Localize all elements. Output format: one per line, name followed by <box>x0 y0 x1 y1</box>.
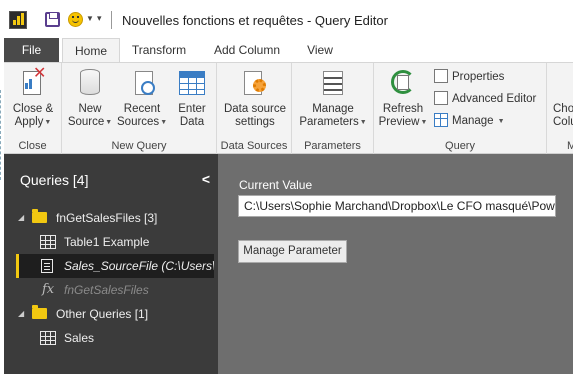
expand-triangle-icon[interactable]: ◢ <box>18 302 24 326</box>
group-label-new-query: New Query <box>111 140 167 152</box>
database-icon <box>75 67 105 99</box>
properties-icon <box>434 69 448 83</box>
query-folder-label: Other Queries [1] <box>56 307 149 321</box>
recent-sources-label-2: Sources▼ <box>117 116 168 128</box>
new-source-label-1: New <box>78 103 102 115</box>
customize-quick-access-icon[interactable]: ▾ <box>97 13 102 24</box>
powerbi-app-icon[interactable] <box>9 11 27 29</box>
manage-parameters-label-1: Manage <box>312 103 354 115</box>
chevron-down-icon[interactable]: ▼ <box>86 14 94 23</box>
ribbon: ✕ Close & Apply▼ Close New Source▼ Recen… <box>4 62 573 154</box>
current-value-label: Current Value <box>239 178 313 192</box>
choose-columns-icon <box>553 67 573 99</box>
manage-parameters-label-2: Parameters▼ <box>299 116 367 128</box>
data-source-settings-icon <box>240 67 270 99</box>
data-source-settings-label-1: Data source <box>223 103 286 115</box>
ribbon-group-manage-columns: Cho Colu Ma <box>547 63 573 154</box>
close-apply-button[interactable]: ✕ Close & Apply▼ <box>10 66 56 129</box>
tab-file[interactable]: File <box>4 38 59 62</box>
query-item-label: Table1 Example <box>64 235 150 249</box>
manage-parameter-button[interactable]: Manage Parameter <box>238 240 347 263</box>
enter-data-label-1: Enter <box>178 103 206 115</box>
query-item-label: Sales_SourceFile (C:\Users\... <box>64 259 214 273</box>
group-label-data-sources: Data Sources <box>220 140 288 152</box>
tab-home[interactable]: Home <box>62 38 120 63</box>
current-value-input[interactable]: C:\Users\Sophie Marchand\Dropbox\Le CFO … <box>238 195 556 217</box>
query-item-label: Sales <box>64 331 95 345</box>
parameter-icon <box>41 259 53 273</box>
group-label-parameters: Parameters <box>304 140 361 152</box>
query-item-sales-sourcefile[interactable]: Sales_SourceFile (C:\Users\... <box>16 254 214 278</box>
group-label-close: Close <box>18 140 47 152</box>
table-icon <box>40 331 56 345</box>
recent-sources-icon <box>127 67 157 99</box>
choose-columns-label-1: Cho <box>553 103 573 115</box>
manage-button[interactable]: Manage ▼ <box>434 112 505 130</box>
title-separator <box>111 11 112 29</box>
group-label-query: Query <box>445 140 475 152</box>
smiley-feedback-icon[interactable] <box>68 12 83 27</box>
query-item-fngetsalesfiles-function[interactable]: fx fnGetSalesFiles <box>4 278 218 302</box>
folder-icon <box>32 209 47 223</box>
table-icon <box>40 235 56 249</box>
new-source-button[interactable]: New Source▼ <box>66 67 114 129</box>
query-folder-fngetsalesfiles[interactable]: ◢ fnGetSalesFiles [3] <box>4 206 218 230</box>
parameter-editor-pane: Current Value C:\Users\Sophie Marchand\D… <box>218 154 573 374</box>
enter-data-label-2: Data <box>179 116 205 128</box>
query-folder-label: fnGetSalesFiles [3] <box>56 211 158 225</box>
collapse-pane-icon[interactable]: < <box>202 171 210 187</box>
queries-header: Queries [4] <box>20 172 89 188</box>
ribbon-tab-strip: File Home Transform Add Column View <box>0 38 573 63</box>
enter-data-button[interactable]: Enter Data <box>170 67 214 129</box>
new-source-label-2: Source▼ <box>67 116 113 128</box>
parameters-icon <box>318 67 348 99</box>
query-folder-other-queries[interactable]: ◢ Other Queries [1] <box>4 302 218 326</box>
advanced-editor-button[interactable]: Advanced Editor <box>434 90 536 108</box>
query-item-label: fnGetSalesFiles <box>64 283 149 297</box>
advanced-editor-label: Advanced Editor <box>452 93 537 105</box>
manage-label: Manage <box>452 115 494 127</box>
advanced-editor-icon <box>434 91 448 105</box>
refresh-preview-label-2: Preview▼ <box>378 116 428 128</box>
ribbon-group-data-sources: Data source settings Data Sources <box>217 63 292 154</box>
close-apply-label-2: Apply▼ <box>14 116 52 128</box>
properties-button[interactable]: Properties <box>434 68 504 86</box>
manage-parameters-button[interactable]: Manage Parameters▼ <box>296 67 370 129</box>
tab-transform[interactable]: Transform <box>122 38 196 62</box>
save-icon[interactable] <box>45 12 60 27</box>
tab-view[interactable]: View <box>296 38 344 62</box>
tab-add-column[interactable]: Add Column <box>203 38 291 62</box>
queries-pane: Queries [4] < ◢ fnGetSalesFiles [3] Tabl… <box>4 154 218 374</box>
data-source-settings-button[interactable]: Data source settings <box>220 67 290 129</box>
choose-columns-button[interactable]: Cho Colu <box>553 67 573 129</box>
close-apply-label-1: Close & <box>12 103 54 115</box>
data-source-settings-label-2: settings <box>235 116 275 128</box>
close-apply-icon: ✕ <box>18 66 48 99</box>
table-grid-icon <box>177 67 207 99</box>
function-fx-icon: fx <box>42 282 55 297</box>
query-item-sales[interactable]: Sales <box>4 326 218 350</box>
query-item-table1-example[interactable]: Table1 Example <box>4 230 218 254</box>
ribbon-group-close: ✕ Close & Apply▼ Close <box>4 63 62 154</box>
recent-sources-label-1: Recent <box>123 103 161 115</box>
ribbon-group-parameters: Manage Parameters▼ Parameters <box>292 63 374 154</box>
refresh-preview-button[interactable]: Refresh Preview▼ <box>378 67 428 129</box>
expand-triangle-icon[interactable]: ◢ <box>18 206 24 230</box>
refresh-icon <box>388 67 418 99</box>
folder-icon <box>32 305 47 319</box>
ribbon-group-new-query: New Source▼ Recent Sources▼ Enter Data N… <box>62 63 217 154</box>
ribbon-group-query: Refresh Preview▼ Properties Advanced Edi… <box>374 63 547 154</box>
window-title: Nouvelles fonctions et requêtes - Query … <box>122 13 388 28</box>
choose-columns-label-2: Colu <box>553 116 573 128</box>
manage-grid-icon <box>434 113 448 127</box>
title-bar: ▼ ▾ Nouvelles fonctions et requêtes - Qu… <box>0 0 573 38</box>
group-label-manage-columns: Ma <box>567 140 573 152</box>
recent-sources-button[interactable]: Recent Sources▼ <box>117 67 167 129</box>
refresh-preview-label-1: Refresh <box>382 103 424 115</box>
properties-label: Properties <box>452 71 505 83</box>
